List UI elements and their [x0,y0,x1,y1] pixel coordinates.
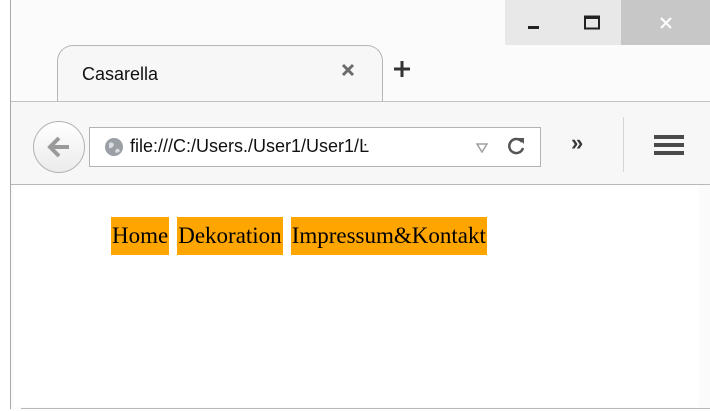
plus-icon [394,61,410,77]
site-navigation: Home Dekoration Impressum&Kontakt [111,217,487,255]
reload-icon [508,137,525,155]
close-icon [660,16,672,29]
window-controls [505,0,710,45]
globe-icon [105,138,123,156]
minimize-icon [528,25,539,29]
menu-button[interactable] [654,134,684,161]
toolbar-overflow-button[interactable]: » [571,130,583,156]
maximize-icon [584,15,600,29]
page-content: Home Dekoration Impressum&Kontakt [14,185,699,407]
url-text[interactable]: file:///C:/Users./User1/User1/Ŀ [130,136,446,157]
site-identity-button[interactable] [104,137,124,162]
nav-link-impressum-kontakt[interactable]: Impressum&Kontakt [290,217,487,255]
tab-close-button[interactable] [340,62,356,83]
toolbar-separator [623,117,624,172]
hamburger-icon [654,135,684,155]
url-history-dropdown[interactable] [475,140,489,158]
maximize-button[interactable] [563,0,621,45]
nav-link-home[interactable]: Home [111,217,170,255]
close-icon [341,63,355,77]
nav-link-dekoration[interactable]: Dekoration [177,217,283,255]
reload-button[interactable] [505,135,527,162]
url-value: file:///C:/Users./User1/User1/ [130,136,360,156]
minimize-button[interactable] [505,0,563,45]
arrow-left-icon [47,136,69,158]
tab-casarella[interactable]: Casarella [57,45,383,103]
back-button[interactable] [33,121,85,173]
tab-title: Casarella [82,64,159,84]
close-window-button[interactable] [621,0,710,45]
address-bar[interactable]: file:///C:/Users./User1/User1/Ŀ [89,127,541,167]
new-tab-button[interactable] [392,59,412,84]
window-bottom-border [21,408,710,409]
url-cut-glyph: Ŀ [359,136,370,156]
triangle-down-icon [475,143,489,154]
navigation-toolbar: file:///C:/Users./User1/User1/Ŀ » [11,102,710,185]
